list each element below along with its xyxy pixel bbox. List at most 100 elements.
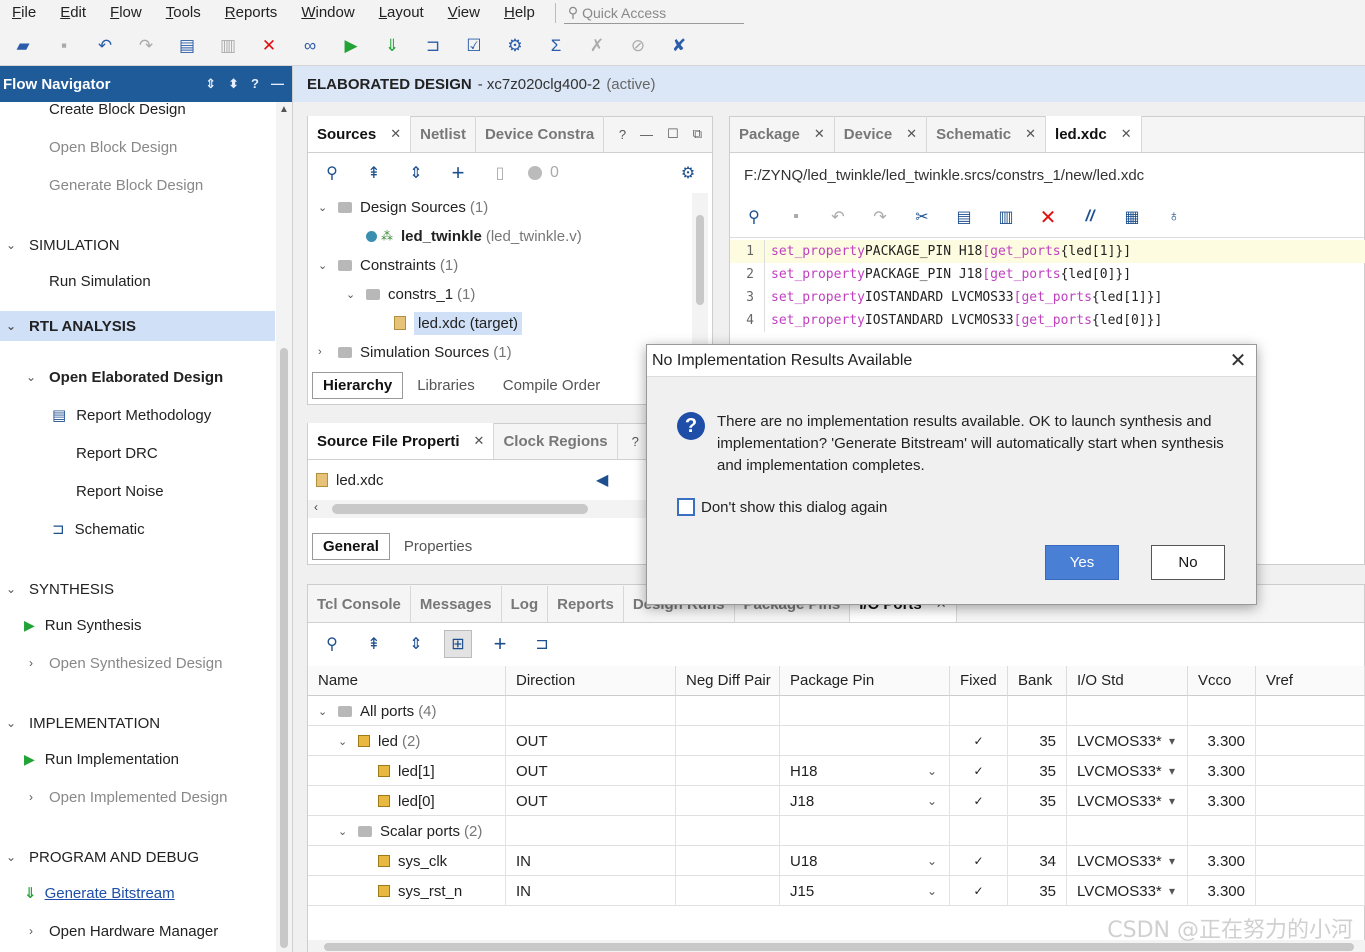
add-icon[interactable]: + — [444, 159, 472, 187]
cell-package-pin[interactable] — [780, 696, 950, 726]
chevron-down-icon[interactable]: ⌄ — [4, 238, 18, 252]
copy-icon[interactable]: ▤ — [172, 31, 202, 61]
menu-item-view[interactable]: View — [436, 0, 492, 26]
download-bitstream-icon[interactable]: ⇓ — [377, 31, 407, 61]
nav-item-open-block-design[interactable]: Open Block Design — [0, 132, 275, 162]
menu-item-tools[interactable]: Tools — [154, 0, 213, 26]
column-header-vref[interactable]: Vref — [1256, 666, 1365, 696]
search-icon[interactable]: ⚲ — [318, 159, 346, 187]
tab-led-xdc[interactable]: led.xdc ✕ — [1046, 116, 1142, 152]
schematic-icon[interactable]: ⊐ — [528, 630, 556, 658]
column-header-bank[interactable]: Bank — [1008, 666, 1067, 696]
menu-item-reports[interactable]: Reports — [213, 0, 290, 26]
tree-xdc[interactable]: led.xdc (target) — [394, 309, 523, 337]
dropdown-arrow-icon[interactable]: ▾ — [1169, 764, 1175, 778]
binoculars-icon[interactable]: ∞ — [295, 31, 325, 61]
dont-show-checkbox[interactable]: Don't show this dialog again — [677, 498, 887, 516]
tree-constraints[interactable]: ⌄ Constraints (1) — [318, 251, 458, 279]
chevron-down-icon[interactable]: ⌄ — [4, 716, 18, 730]
chevron-down-icon[interactable]: ⌄ — [318, 201, 338, 214]
close-icon[interactable]: ✕ — [1220, 348, 1256, 373]
scroll-thumb[interactable] — [332, 504, 588, 514]
quick-access-input[interactable]: ⚲ Quick Access — [563, 2, 744, 24]
collapse-all-icon[interactable]: ⇞ — [360, 630, 388, 658]
help-icon[interactable]: ? — [632, 434, 639, 449]
cell-package-pin[interactable]: J18 ⌄ — [780, 786, 950, 816]
tab-device[interactable]: Device ✕ — [835, 116, 928, 152]
nav-item-report-noise[interactable]: Report Noise — [0, 476, 275, 506]
nav-scrollbar[interactable]: ▲ — [276, 102, 292, 952]
redo-icon[interactable]: ↷ — [131, 31, 161, 61]
nav-item-schematic[interactable]: ⊐ Schematic — [0, 514, 275, 544]
chevron-down-icon[interactable]: ⌄ — [346, 288, 366, 301]
tab-sources[interactable]: Sources ✕ — [308, 116, 412, 152]
close-icon[interactable]: ✕ — [390, 126, 401, 142]
back-arrow-icon[interactable]: ◀ — [596, 470, 608, 490]
chevron-down-icon[interactable]: ⌄ — [338, 735, 358, 748]
nav-item-run-synthesis[interactable]: ▶ Run Synthesis — [0, 610, 275, 640]
nav-item-open-synthesized-design[interactable]: › Open Synthesized Design — [0, 648, 275, 678]
sources-scrollbar[interactable] — [692, 193, 708, 363]
table-row[interactable]: led[0] OUT J18 ⌄ ✓ 35 LVCMOS33* ▾ 3.300 — [308, 786, 1365, 816]
clipboard-check-icon[interactable]: ☑ — [459, 31, 489, 61]
tab-messages[interactable]: Messages — [411, 586, 502, 622]
tree-design-sources[interactable]: ⌄ Design Sources (1) — [318, 193, 488, 221]
save-icon[interactable]: ▪ — [49, 31, 79, 61]
schematic-icon[interactable]: ⊐ — [418, 31, 448, 61]
undo-icon[interactable]: ↶ — [90, 31, 120, 61]
expand-all-icon[interactable]: ⇕ — [402, 159, 430, 187]
collapse-all-icon[interactable]: ⇞ — [360, 159, 388, 187]
close-icon[interactable]: ✕ — [906, 126, 917, 142]
yes-button[interactable]: Yes — [1045, 545, 1119, 580]
column-header-direction[interactable]: Direction — [506, 666, 676, 696]
cell-io-std[interactable]: LVCMOS33* ▾ — [1067, 876, 1188, 906]
undo-icon[interactable]: ↶ — [824, 203, 852, 231]
sigma-icon[interactable]: Σ — [541, 31, 571, 61]
cell-io-std[interactable]: LVCMOS33* ▾ — [1067, 726, 1188, 756]
cell-package-pin[interactable] — [780, 816, 950, 846]
nav-item-open-hardware-manager[interactable]: › Open Hardware Manager — [0, 916, 275, 946]
gear-icon[interactable]: ⚙ — [674, 159, 702, 187]
column-header-neg-diff-pair[interactable]: Neg Diff Pair — [676, 666, 780, 696]
table-row[interactable]: ⌄ All ports (4) — [308, 696, 1365, 726]
chevron-down-icon[interactable]: ⌄ — [318, 259, 338, 272]
delete-icon[interactable]: ✕ — [254, 31, 284, 61]
tab-source-file-properti[interactable]: Source File Properti ✕ — [308, 423, 495, 459]
dropdown-arrow-icon[interactable]: ▾ — [1169, 854, 1175, 868]
cell-io-std[interactable] — [1067, 816, 1188, 846]
bottom-tab-properties[interactable]: Properties — [390, 538, 486, 555]
menu-item-edit[interactable]: Edit — [48, 0, 98, 26]
redo-icon[interactable]: ↷ — [866, 203, 894, 231]
save-icon[interactable]: ▪ — [782, 203, 810, 231]
column-header-package-pin[interactable]: Package Pin — [780, 666, 950, 696]
tab-log[interactable]: Log — [502, 586, 549, 622]
cell-package-pin[interactable]: H18 ⌄ — [780, 756, 950, 786]
code-line[interactable]: 3 set_property IOSTANDARD LVCMOS33 [get_p… — [730, 286, 1365, 309]
paste-icon[interactable]: ▥ — [992, 203, 1020, 231]
table-row[interactable]: sys_rst_n IN J15 ⌄ ✓ 35 LVCMOS33* ▾ 3.300 — [308, 876, 1365, 906]
table-icon[interactable]: ▦ — [1118, 203, 1146, 231]
maximize-icon[interactable]: ☐ — [667, 126, 679, 142]
help-icon[interactable]: ? — [619, 127, 626, 142]
menu-item-file[interactable]: File — [0, 0, 48, 26]
nav-item-report-drc[interactable]: Report DRC — [0, 438, 275, 468]
expand-all-icon[interactable]: ⬍ — [228, 76, 239, 92]
minimize-icon[interactable]: — — [640, 127, 653, 142]
close-icon[interactable]: ✕ — [474, 433, 485, 449]
menu-item-help[interactable]: Help — [492, 0, 547, 26]
table-row[interactable]: ⌄ Scalar ports (2) — [308, 816, 1365, 846]
nav-item-open-elaborated-design[interactable]: ⌄ Open Elaborated Design — [0, 362, 275, 392]
chevron-right-icon[interactable]: › — [318, 346, 338, 358]
tab-device-constra[interactable]: Device Constra — [476, 116, 605, 152]
cell-package-pin[interactable] — [780, 726, 950, 756]
collapse-all-icon[interactable]: ⇕ — [205, 76, 216, 92]
search-icon[interactable]: ⚲ — [740, 203, 768, 231]
float-icon[interactable]: ⧉ — [693, 126, 702, 142]
tab-package[interactable]: Package ✕ — [730, 116, 835, 152]
gear-icon[interactable]: ⚙ — [500, 31, 530, 61]
chevron-down-icon[interactable]: ⌄ — [927, 794, 937, 808]
column-header-vcco[interactable]: Vcco — [1188, 666, 1256, 696]
cut-icon[interactable]: ✂ — [908, 203, 936, 231]
tab-reports[interactable]: Reports — [548, 586, 624, 622]
scroll-left-icon[interactable]: ‹ — [314, 500, 318, 514]
